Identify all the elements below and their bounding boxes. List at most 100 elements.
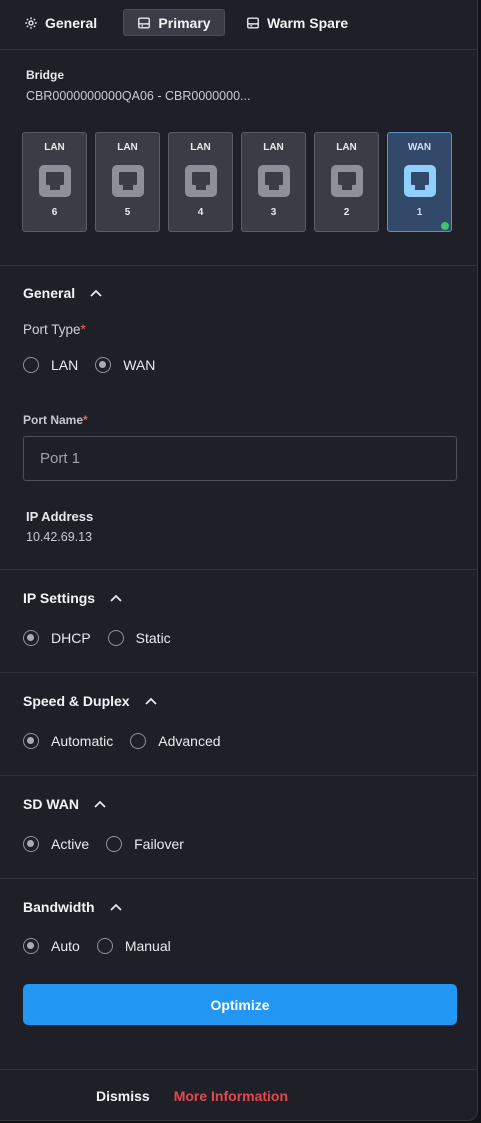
section-general-title: General (23, 285, 76, 301)
ip-address-label: IP Address (26, 509, 94, 524)
chevron-up-icon (144, 697, 157, 705)
divider (0, 672, 477, 673)
divider (0, 775, 477, 776)
radio-lan[interactable] (23, 357, 39, 373)
required-asterisk: * (80, 322, 86, 337)
radio-wan[interactable] (95, 357, 112, 373)
port-type-label: Port Type* (23, 322, 86, 337)
section-ip-settings-title: IP Settings (23, 590, 96, 606)
radio-automatic[interactable] (23, 733, 39, 749)
tab-warm-spare-label: Warm Spare (267, 14, 349, 31)
speed-option-automatic[interactable]: Automatic (23, 733, 113, 749)
dismiss-link[interactable]: Dismiss (96, 1088, 150, 1104)
ethernet-port-icon (258, 165, 290, 197)
port-type-option-wan[interactable]: WAN (95, 357, 155, 373)
chevron-up-icon (90, 289, 102, 297)
divider (0, 878, 477, 879)
port-tile-lan-5[interactable]: LAN 5 (95, 132, 160, 232)
port-tile-lan-6[interactable]: LAN 6 (22, 132, 87, 232)
port-number: 2 (343, 207, 350, 218)
device-icon (247, 16, 259, 29)
bridge-label: Bridge (26, 68, 65, 82)
chevron-up-icon (94, 800, 106, 808)
speed-duplex-radio-group: Automatic Advanced (23, 733, 238, 749)
bandwidth-option-manual[interactable]: Manual (96, 938, 171, 954)
sd-wan-option-failover[interactable]: Failover (106, 836, 184, 852)
port-config-panel: General Primary Warm Spare Bridge CBR000… (0, 0, 478, 1121)
port-type-label: LAN (117, 142, 138, 153)
radio-manual[interactable] (96, 938, 113, 954)
bandwidth-radio-group: Auto Manual (23, 938, 188, 954)
device-icon (138, 16, 151, 29)
footer-actions: Dismiss More Information (96, 1088, 288, 1104)
tab-general[interactable]: General (14, 9, 107, 36)
divider (0, 1069, 477, 1070)
section-general-header[interactable]: General (23, 285, 103, 301)
bandwidth-option-auto[interactable]: Auto (23, 938, 80, 954)
radio-manual-label: Manual (124, 938, 171, 954)
radio-active-label: Active (51, 836, 90, 852)
port-tile-lan-2[interactable]: LAN 2 (314, 132, 379, 232)
ip-option-static[interactable]: Static (107, 630, 171, 646)
port-name-input[interactable]: Port 1 (23, 436, 457, 481)
section-speed-duplex-header[interactable]: Speed & Duplex (23, 693, 158, 709)
ethernet-port-icon (331, 165, 363, 197)
port-type-label: LAN (190, 142, 211, 153)
sd-wan-option-active[interactable]: Active (23, 836, 89, 852)
radio-wan-label: WAN (123, 357, 156, 373)
radio-auto[interactable] (23, 938, 39, 954)
status-dot (441, 222, 449, 230)
radio-advanced-label: Advanced (158, 733, 221, 749)
port-number: 4 (197, 207, 204, 218)
port-type-option-lan[interactable]: LAN (23, 357, 78, 373)
ip-address-value: 10.42.69.13 (26, 530, 93, 544)
radio-advanced[interactable] (130, 733, 147, 749)
section-ip-settings-header[interactable]: IP Settings (23, 590, 123, 606)
speed-option-advanced[interactable]: Advanced (130, 733, 221, 749)
port-type-label: LAN (263, 142, 284, 153)
radio-lan-label: LAN (51, 357, 79, 373)
radio-static[interactable] (107, 630, 124, 646)
radio-dhcp-label: DHCP (51, 630, 91, 646)
ethernet-port-icon (185, 165, 217, 197)
required-asterisk: * (83, 413, 88, 427)
section-sd-wan-title: SD WAN (23, 796, 79, 812)
radio-active[interactable] (23, 836, 39, 852)
ethernet-port-icon (404, 165, 436, 197)
port-type-radio-group: LAN WAN (23, 357, 172, 373)
section-sd-wan-header[interactable]: SD WAN (23, 796, 107, 812)
gear-icon (25, 16, 37, 29)
divider (0, 265, 477, 266)
section-speed-duplex-title: Speed & Duplex (23, 693, 130, 709)
ethernet-port-icon (39, 165, 71, 197)
port-type-label: LAN (44, 142, 65, 153)
ip-settings-radio-group: DHCP Static (23, 630, 188, 646)
port-tile-wan-1[interactable]: WAN 1 (387, 132, 452, 232)
radio-auto-label: Auto (51, 938, 80, 954)
port-name-label: Port Name* (23, 413, 88, 427)
bridge-value: CBR0000000000QA06 - CBR0000000... (26, 89, 251, 103)
radio-dhcp[interactable] (23, 630, 39, 646)
tab-primary-label: Primary (158, 14, 211, 31)
more-information-link[interactable]: More Information (174, 1088, 288, 1104)
section-bandwidth-header[interactable]: Bandwidth (23, 899, 123, 915)
tab-bar: General Primary Warm Spare (0, 0, 477, 50)
tab-warm-spare[interactable]: Warm Spare (236, 9, 358, 36)
radio-automatic-label: Automatic (51, 733, 114, 749)
port-tile-lan-4[interactable]: LAN 4 (168, 132, 233, 232)
radio-failover[interactable] (106, 836, 123, 852)
tab-primary[interactable]: Primary (123, 9, 225, 36)
optimize-button[interactable]: Optimize (23, 984, 457, 1025)
port-number: 5 (124, 207, 131, 218)
section-bandwidth-title: Bandwidth (23, 899, 95, 915)
ip-option-dhcp[interactable]: DHCP (23, 630, 91, 646)
sd-wan-radio-group: Active Failover (23, 836, 201, 852)
tab-general-label: General (45, 14, 98, 31)
port-type-label: WAN (407, 142, 432, 153)
port-number: 3 (270, 207, 277, 218)
port-type-label: LAN (336, 142, 357, 153)
port-tile-lan-3[interactable]: LAN 3 (241, 132, 306, 232)
radio-failover-label: Failover (134, 836, 184, 852)
chevron-up-icon (109, 903, 122, 911)
radio-static-label: Static (135, 630, 171, 646)
